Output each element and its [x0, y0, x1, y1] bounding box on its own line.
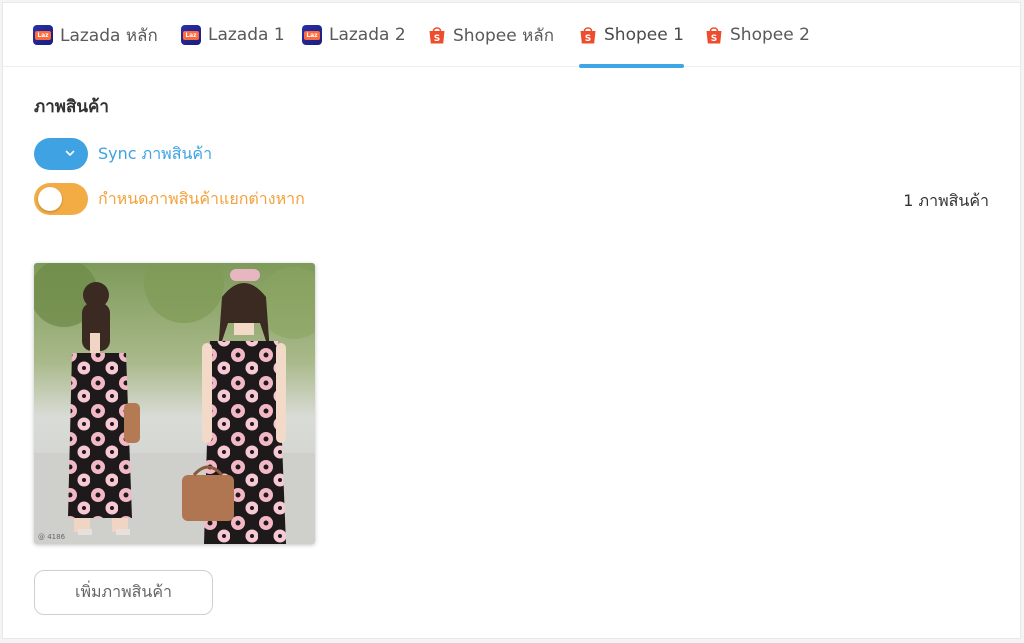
shopee-icon: S: [580, 27, 596, 44]
tab-label: Lazada 1: [208, 25, 285, 45]
tab-lazada-1[interactable]: Laz Lazada 1: [181, 3, 285, 67]
channel-tabs: Laz Lazada หลัก Laz Lazada 1 Laz Lazada …: [3, 3, 1020, 68]
image-count: 1 ภาพสินค้า: [903, 191, 989, 210]
tab-lazada-2[interactable]: Laz Lazada 2: [302, 3, 406, 67]
custom-images-label: กำหนดภาพสินค้าแยกต่างหาก: [98, 188, 305, 208]
add-image-button[interactable]: เพิ่มภาพสินค้า: [34, 570, 213, 615]
tab-label: Lazada 2: [329, 25, 406, 45]
tab-lazada-main[interactable]: Laz Lazada หลัก: [33, 3, 158, 67]
tab-label: Shopee 1: [604, 25, 684, 45]
tab-shopee-1[interactable]: S Shopee 1: [579, 3, 684, 68]
svg-text:S: S: [585, 34, 591, 44]
sync-images-row: Sync ภาพสินค้า: [34, 138, 212, 170]
svg-text:S: S: [711, 34, 717, 44]
tab-label: Shopee 2: [730, 25, 810, 45]
chevron-down-icon: [65, 150, 75, 156]
image-watermark: @ 4186: [38, 533, 66, 541]
lazada-icon: Laz: [302, 25, 322, 45]
product-images-panel: Laz Lazada หลัก Laz Lazada 1 Laz Lazada …: [2, 2, 1021, 639]
product-image[interactable]: @ 4186: [34, 263, 315, 544]
tab-shopee-2[interactable]: S Shopee 2: [705, 3, 810, 67]
sync-images-toggle[interactable]: [34, 138, 88, 170]
custom-images-row: กำหนดภาพสินค้าแยกต่างหาก: [34, 183, 305, 215]
sync-images-label: Sync ภาพสินค้า: [98, 143, 213, 163]
svg-text:S: S: [434, 34, 440, 44]
product-photo: [34, 263, 315, 544]
custom-images-toggle[interactable]: [34, 183, 88, 215]
tab-shopee-main[interactable]: S Shopee หลัก: [428, 3, 554, 67]
tab-label: Lazada หลัก: [60, 25, 158, 46]
shopee-icon: S: [706, 27, 722, 44]
shopee-icon: S: [429, 27, 445, 44]
toggle-knob: [38, 187, 62, 211]
lazada-icon: Laz: [33, 25, 53, 45]
section-title: ภาพสินค้า: [34, 97, 109, 117]
lazada-icon: Laz: [181, 25, 201, 45]
tab-label: Shopee หลัก: [453, 25, 554, 46]
